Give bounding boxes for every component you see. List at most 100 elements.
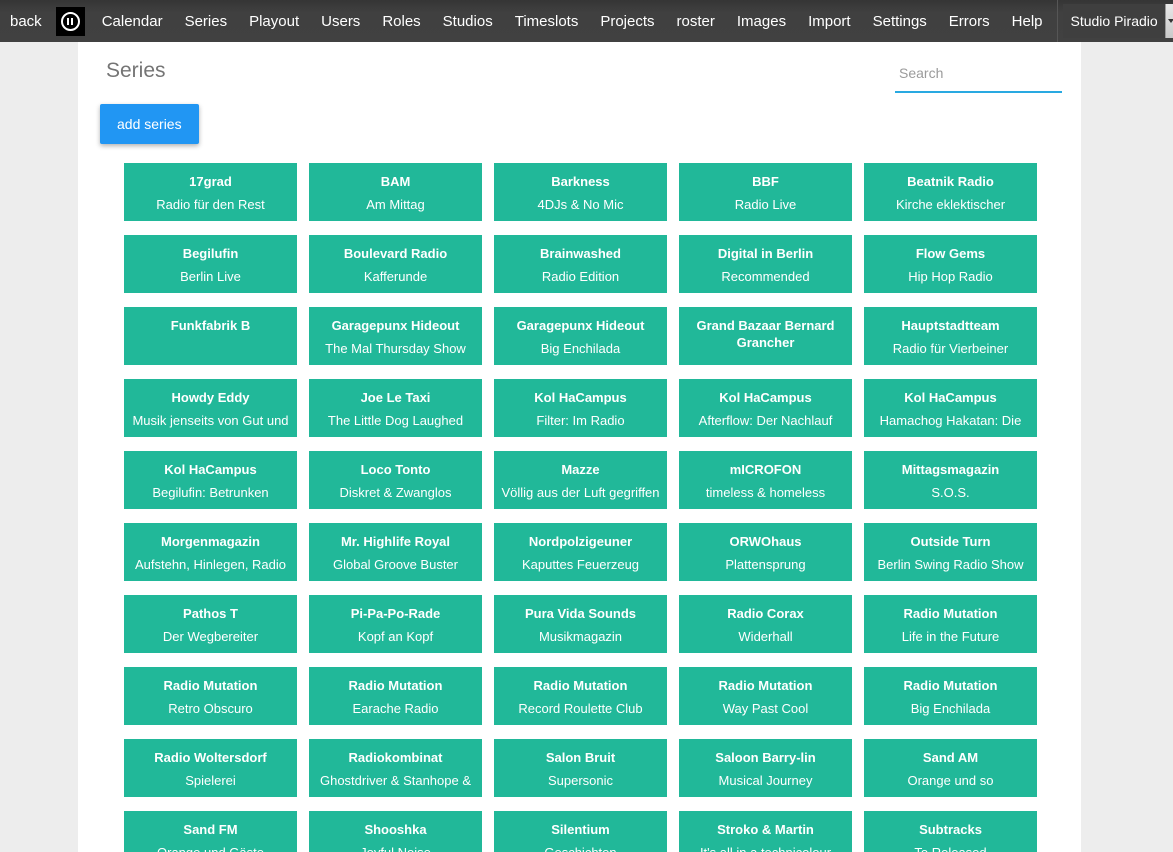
series-card[interactable]: Outside TurnBerlin Swing Radio Show — [864, 523, 1037, 581]
series-card[interactable]: Beatnik RadioKirche eklektischer — [864, 163, 1037, 221]
series-card[interactable]: Kol HaCampusAfterflow: Der Nachlauf — [679, 379, 852, 437]
nav-item-roster[interactable]: roster — [666, 13, 726, 30]
series-card-subtitle: Widerhall — [685, 629, 846, 645]
series-card[interactable]: Radio CoraxWiderhall — [679, 595, 852, 653]
nav-item-playout[interactable]: Playout — [238, 13, 310, 30]
series-card[interactable]: Garagepunx HideoutBig Enchilada — [494, 307, 667, 365]
nav-item-images[interactable]: Images — [726, 13, 797, 30]
series-card-title: Loco Tonto — [315, 461, 476, 478]
series-card[interactable]: Saloon Barry-linMusical Journey — [679, 739, 852, 797]
series-card-subtitle: Musikmagazin — [500, 629, 661, 645]
studio-select[interactable]: Studio Piradio — [1063, 4, 1173, 38]
series-card-subtitle: It's all in a technicolour — [685, 845, 846, 852]
navbar-right-group: Studio Piradio Project 88vier Logout mil… — [1054, 0, 1173, 42]
nav-item-help[interactable]: Help — [1001, 13, 1054, 30]
series-card[interactable]: Joe Le TaxiThe Little Dog Laughed — [309, 379, 482, 437]
add-series-button[interactable]: add series — [100, 104, 199, 144]
series-card-subtitle: Ghostdriver & Stanhope & — [315, 773, 476, 789]
series-card[interactable]: MorgenmagazinAufstehn, Hinlegen, Radio — [124, 523, 297, 581]
series-card-subtitle: Kafferunde — [315, 269, 476, 285]
series-card[interactable]: Salon BruitSupersonic — [494, 739, 667, 797]
series-card-title: Radio Mutation — [130, 677, 291, 694]
series-card[interactable]: MazzeVöllig aus der Luft gegriffen — [494, 451, 667, 509]
series-card[interactable]: Radio MutationRecord Roulette Club — [494, 667, 667, 725]
series-card[interactable]: Garagepunx HideoutThe Mal Thursday Show — [309, 307, 482, 365]
series-card-title: 17grad — [130, 173, 291, 190]
series-card[interactable]: Sand AMOrange und so — [864, 739, 1037, 797]
series-card[interactable]: Pathos TDer Wegbereiter — [124, 595, 297, 653]
series-card[interactable]: Begilufin Berlin Live — [124, 235, 297, 293]
series-card-title: Shooshka — [315, 821, 476, 838]
series-card[interactable]: SilentiumGeschichten — [494, 811, 667, 852]
series-card[interactable]: Sand FM Orange und Gäste — [124, 811, 297, 852]
nav-item-studios[interactable]: Studios — [432, 13, 504, 30]
series-card-subtitle: Orange und Gäste — [130, 845, 291, 852]
series-card[interactable]: Radio MutationEarache Radio — [309, 667, 482, 725]
series-card-subtitle: Plattensprung — [685, 557, 846, 573]
nav-item-timeslots[interactable]: Timeslots — [504, 13, 590, 30]
series-card-title: BAM — [315, 173, 476, 190]
series-card-title: Outside Turn — [870, 533, 1031, 550]
series-card[interactable]: Flow GemsHip Hop Radio — [864, 235, 1037, 293]
series-card-title: Begilufin — [130, 245, 291, 262]
series-card[interactable]: Radio MutationRetro Obscuro — [124, 667, 297, 725]
piradio-logo-icon — [56, 7, 85, 36]
series-card[interactable]: BBFRadio Live — [679, 163, 852, 221]
series-card[interactable]: Grand Bazaar Bernard Grancher — [679, 307, 852, 365]
nav-item-roles[interactable]: Roles — [371, 13, 431, 30]
series-card[interactable]: mICROFONtimeless & homeless — [679, 451, 852, 509]
series-card-title: Howdy Eddy — [130, 389, 291, 406]
series-card[interactable]: Loco TontoDiskret & Zwanglos — [309, 451, 482, 509]
series-card[interactable]: Boulevard RadioKafferunde — [309, 235, 482, 293]
series-card-subtitle: Hamachog Hakatan: Die — [870, 413, 1031, 429]
series-card-subtitle: Berlin Live — [130, 269, 291, 285]
series-card[interactable]: Digital in BerlinRecommended — [679, 235, 852, 293]
series-card[interactable]: Pura Vida SoundsMusikmagazin — [494, 595, 667, 653]
series-card-title: Pi-Pa-Po-Rade — [315, 605, 476, 622]
series-card[interactable]: Radio MutationBig Enchilada — [864, 667, 1037, 725]
nav-item-errors[interactable]: Errors — [938, 13, 1001, 30]
series-card[interactable]: Barkness 4DJs & No Mic — [494, 163, 667, 221]
series-card[interactable]: Pi-Pa-Po-RadeKopf an Kopf — [309, 595, 482, 653]
back-link[interactable]: back — [0, 13, 56, 30]
series-card-subtitle: Recommended — [685, 269, 846, 285]
series-card[interactable]: Kol HaCampusBegilufin: Betrunken — [124, 451, 297, 509]
top-navbar: back CalendarSeriesPlayoutUsersRolesStud… — [0, 0, 1173, 42]
series-card[interactable]: Mr. Highlife RoyalGlobal Groove Buster — [309, 523, 482, 581]
nav-item-series[interactable]: Series — [174, 13, 239, 30]
nav-item-users[interactable]: Users — [310, 13, 371, 30]
nav-item-import[interactable]: Import — [797, 13, 862, 30]
series-card-title: Nordpolzigeuner — [500, 533, 661, 550]
series-card[interactable]: ORWOhausPlattensprung — [679, 523, 852, 581]
series-card-title: Sand FM — [130, 821, 291, 838]
series-card-title: Saloon Barry-lin — [685, 749, 846, 766]
series-card-title: Radio Mutation — [315, 677, 476, 694]
series-card[interactable]: Radio MutationWay Past Cool — [679, 667, 852, 725]
series-card[interactable]: Radio WoltersdorfSpielerei — [124, 739, 297, 797]
series-card-title: BBF — [685, 173, 846, 190]
series-card[interactable]: BAMAm Mittag — [309, 163, 482, 221]
series-card[interactable]: Radio MutationLife in the Future — [864, 595, 1037, 653]
series-card[interactable]: ShooshkaJoyful Noise — [309, 811, 482, 852]
series-card-title: Barkness — [500, 173, 661, 190]
dropdown-arrow-icon[interactable] — [1165, 4, 1173, 38]
series-card[interactable]: HauptstadtteamRadio für Vierbeiner — [864, 307, 1037, 365]
series-card[interactable]: 17gradRadio für den Rest — [124, 163, 297, 221]
series-card[interactable]: Howdy EddyMusik jenseits von Gut und — [124, 379, 297, 437]
series-card-subtitle: 4DJs & No Mic — [500, 197, 661, 213]
series-card-subtitle: Kaputtes Feuerzeug — [500, 557, 661, 573]
series-card[interactable]: RadiokombinatGhostdriver & Stanhope & — [309, 739, 482, 797]
series-card[interactable]: Nordpolzigeuner Kaputtes Feuerzeug — [494, 523, 667, 581]
series-card[interactable]: MittagsmagazinS.O.S. — [864, 451, 1037, 509]
nav-item-projects[interactable]: Projects — [589, 13, 665, 30]
nav-item-calendar[interactable]: Calendar — [91, 13, 174, 30]
series-card[interactable]: Funkfabrik B — [124, 307, 297, 365]
nav-item-settings[interactable]: Settings — [862, 13, 938, 30]
series-card[interactable]: BrainwashedRadio Edition — [494, 235, 667, 293]
series-card[interactable]: SubtracksTo Released — [864, 811, 1037, 852]
series-card-title: Silentium — [500, 821, 661, 838]
series-card[interactable]: Kol HaCampusFilter: Im Radio — [494, 379, 667, 437]
series-card[interactable]: Kol HaCampusHamachog Hakatan: Die — [864, 379, 1037, 437]
series-card[interactable]: Stroko & MartinIt's all in a technicolou… — [679, 811, 852, 852]
search-input[interactable] — [895, 60, 1062, 93]
